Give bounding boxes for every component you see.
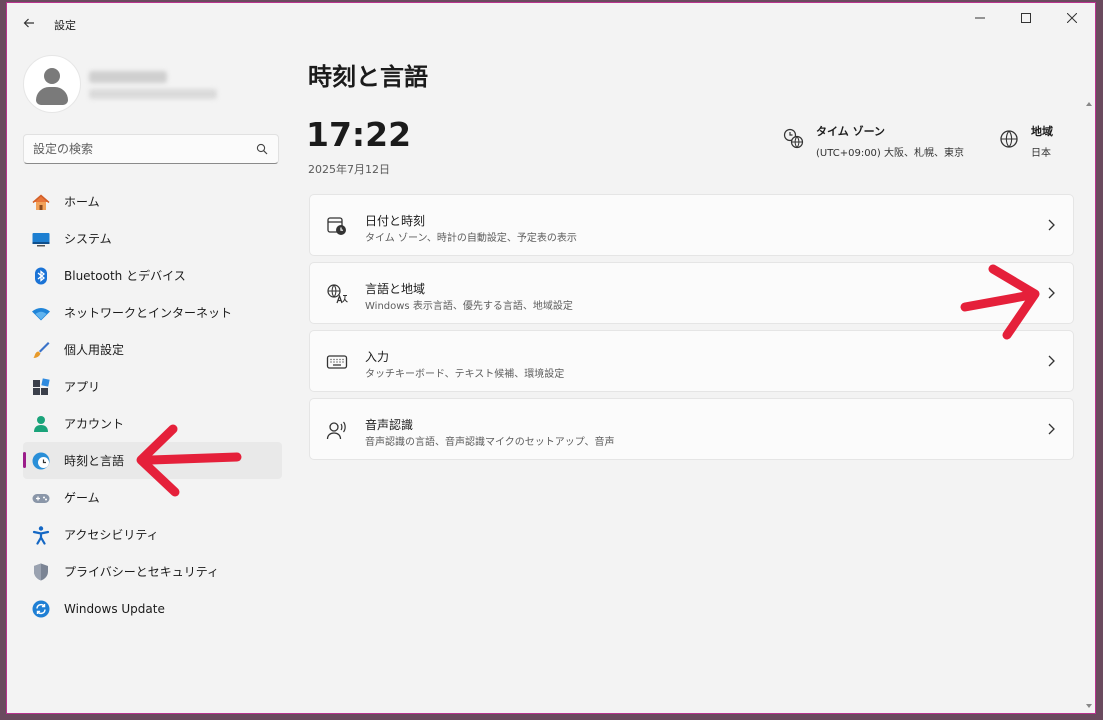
sidebar-item-gaming[interactable]: ゲーム — [23, 479, 282, 516]
card-title: 音声認識 — [365, 418, 414, 432]
card-subtitle: Windows 表示言語、優先する言語、地域設定 — [365, 301, 573, 312]
scrollbar[interactable] — [1085, 99, 1093, 711]
card-subtitle: タッチキーボード、テキスト候補、環境設定 — [365, 369, 565, 380]
sidebar-item-label: Windows Update — [64, 601, 165, 616]
user-email-redacted — [89, 89, 217, 99]
avatar-head-icon — [44, 68, 60, 84]
close-button[interactable] — [1049, 3, 1095, 33]
sidebar-item-windows-update[interactable]: Windows Update — [23, 590, 282, 627]
language-icon — [327, 284, 348, 304]
card-speech[interactable]: 音声認識 音声認識の言語、音声認識マイクのセットアップ、音声 — [309, 398, 1074, 460]
settings-window: 設定 ホーム システム — [6, 2, 1096, 714]
sidebar-nav: ホーム システム Bluetooth とデバイス ネットワークとインターネット … — [23, 183, 282, 627]
title-bar: 設定 — [7, 3, 1095, 43]
back-arrow-icon — [23, 18, 34, 28]
sidebar-item-home[interactable]: ホーム — [23, 183, 282, 220]
home-icon — [31, 192, 51, 212]
sidebar-item-privacy[interactable]: プライバシーとセキュリティ — [23, 553, 282, 590]
sidebar-item-label: アカウント — [64, 417, 125, 431]
sidebar-item-apps[interactable]: アプリ — [23, 368, 282, 405]
current-date: 2025年7月12日 — [308, 163, 390, 176]
accessibility-icon — [31, 525, 51, 545]
sidebar-item-label: ゲーム — [64, 491, 100, 505]
region-info: 地域 日本 — [997, 123, 1053, 159]
search-input[interactable] — [33, 140, 243, 158]
sidebar-item-label: プライバシーとセキュリティ — [64, 565, 220, 579]
settings-cards: 日付と時刻 タイム ゾーン、時計の自動設定、予定表の表示 言語と地域 Windo… — [309, 194, 1074, 466]
apps-icon — [31, 377, 51, 397]
card-title: 言語と地域 — [365, 282, 426, 296]
maximize-button[interactable] — [1003, 3, 1049, 33]
bluetooth-icon — [31, 266, 51, 286]
user-avatar[interactable] — [23, 55, 81, 113]
gamepad-icon — [31, 488, 51, 508]
sidebar-item-personalization[interactable]: 個人用設定 — [23, 331, 282, 368]
search-icon[interactable] — [256, 143, 268, 155]
card-typing[interactable]: 入力 タッチキーボード、テキスト候補、環境設定 — [309, 330, 1074, 392]
shield-icon — [31, 562, 51, 582]
current-time: 17:22 — [306, 115, 412, 154]
sidebar-item-label: ホーム — [64, 195, 100, 209]
app-title: 設定 — [54, 19, 76, 32]
sidebar-item-accounts[interactable]: アカウント — [23, 405, 282, 442]
sidebar-item-label: アクセシビリティ — [64, 528, 159, 542]
wifi-icon — [31, 303, 51, 323]
sidebar-item-label: 時刻と言語 — [64, 454, 125, 468]
settings-search-box[interactable] — [23, 134, 279, 164]
globe-icon — [1000, 130, 1018, 148]
sidebar-item-time-language[interactable]: 時刻と言語 — [23, 442, 282, 479]
sidebar-item-label: Bluetooth とデバイス — [64, 269, 186, 283]
card-title: 日付と時刻 — [365, 214, 426, 228]
back-button[interactable] — [17, 11, 41, 35]
sidebar-item-label: ネットワークとインターネット — [64, 306, 233, 320]
speech-icon — [326, 421, 346, 440]
sidebar-item-bluetooth[interactable]: Bluetooth とデバイス — [23, 257, 282, 294]
sidebar-item-label: システム — [64, 232, 112, 246]
close-icon — [1067, 13, 1077, 23]
timezone-value: (UTC+09:00) 大阪、札幌、東京 — [816, 148, 965, 159]
calendar-clock-icon — [327, 217, 346, 235]
sidebar-item-label: 個人用設定 — [64, 343, 125, 357]
sidebar-item-accessibility[interactable]: アクセシビリティ — [23, 516, 282, 553]
timezone-info: タイム ゾーン (UTC+09:00) 大阪、札幌、東京 — [782, 123, 964, 159]
chevron-right-icon — [1048, 423, 1055, 435]
scroll-down-arrow-icon[interactable] — [1085, 701, 1093, 711]
minimize-icon — [975, 17, 985, 19]
sidebar-item-label: アプリ — [64, 380, 101, 394]
scroll-up-arrow-icon[interactable] — [1085, 99, 1093, 109]
account-icon — [31, 414, 51, 434]
chevron-right-icon — [1048, 219, 1055, 231]
card-subtitle: 音声認識の言語、音声認識マイクのセットアップ、音声 — [365, 437, 615, 448]
avatar-body-icon — [36, 87, 68, 105]
card-language-region[interactable]: 言語と地域 Windows 表示言語、優先する言語、地域設定 — [309, 262, 1074, 324]
page-title: 時刻と言語 — [308, 63, 428, 91]
sidebar-item-system[interactable]: システム — [23, 220, 282, 257]
maximize-icon — [1021, 13, 1031, 23]
update-icon — [31, 599, 51, 619]
brush-icon — [31, 340, 51, 360]
timezone-title: タイム ゾーン — [816, 125, 886, 138]
chevron-right-icon — [1048, 287, 1055, 299]
selection-indicator — [23, 452, 26, 468]
card-subtitle: タイム ゾーン、時計の自動設定、予定表の表示 — [365, 233, 577, 244]
card-title: 入力 — [365, 350, 390, 364]
sidebar-item-network[interactable]: ネットワークとインターネット — [23, 294, 282, 331]
time-language-icon — [31, 451, 51, 471]
card-date-time[interactable]: 日付と時刻 タイム ゾーン、時計の自動設定、予定表の表示 — [309, 194, 1074, 256]
monitor-icon — [31, 229, 51, 249]
keyboard-icon — [326, 355, 348, 369]
user-name-redacted — [89, 71, 167, 83]
chevron-right-icon — [1048, 355, 1055, 367]
region-title: 地域 — [1031, 125, 1053, 138]
region-value: 日本 — [1031, 148, 1051, 159]
minimize-button[interactable] — [957, 3, 1003, 33]
timezone-globe-clock-icon — [783, 128, 804, 149]
